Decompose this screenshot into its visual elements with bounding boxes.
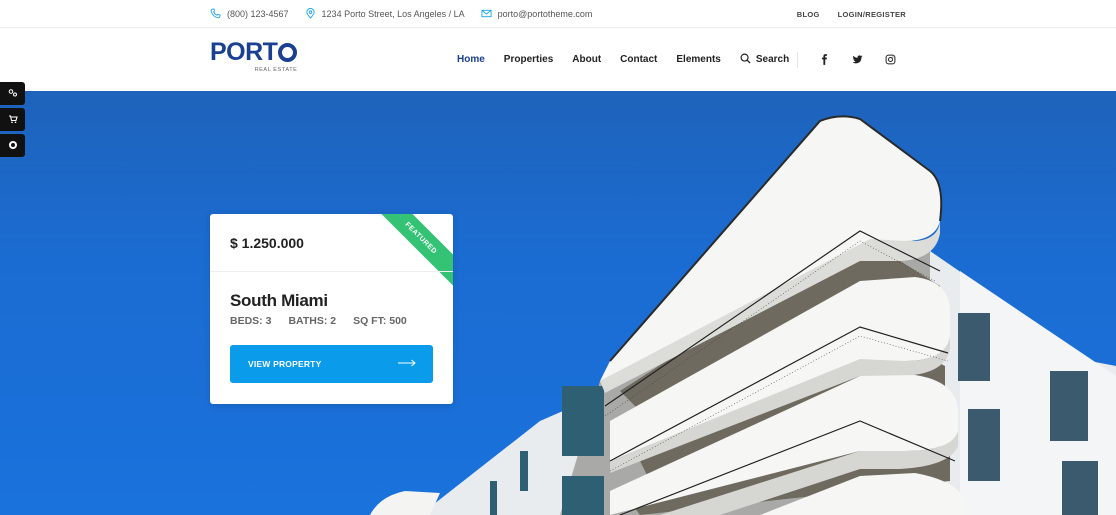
cart-icon (8, 111, 18, 129)
logo-o-ring (278, 43, 298, 62)
nav-item-elements[interactable]: Elements (676, 54, 720, 65)
facebook-icon[interactable] (818, 53, 831, 66)
view-property-button[interactable]: VIEW PROPERTY (230, 345, 433, 383)
side-toolbar (0, 82, 25, 157)
building-image (370, 115, 1116, 515)
hero-banner (0, 91, 1116, 515)
property-title[interactable]: South Miami (230, 291, 328, 311)
map-pin-icon (305, 7, 316, 21)
main-nav: Home Properties About Contact Elements S… (457, 28, 789, 91)
nav-item-contact[interactable]: Contact (620, 54, 657, 65)
email-text: porto@portotheme.com (497, 9, 593, 19)
top-links: BLOG LOGIN/REGISTER (797, 0, 906, 28)
property-specs: BEDS: 3 BATHS: 2 SQ FT: 500 (230, 315, 407, 327)
address-text: 1234 Porto Street, Los Angeles / LA (321, 9, 465, 19)
view-property-label: VIEW PROPERTY (248, 359, 322, 369)
spec-sqft: SQ FT: 500 (353, 315, 407, 327)
contact-info: (800) 123-4567 1234 Porto Street, Los An… (210, 0, 592, 28)
email-info[interactable]: porto@portotheme.com (481, 8, 593, 21)
nav-item-properties[interactable]: Properties (504, 54, 553, 65)
target-icon (8, 137, 18, 155)
spec-beds: BEDS: 3 (230, 315, 272, 327)
search-icon (740, 53, 751, 67)
nav-item-home[interactable]: Home (457, 54, 485, 65)
settings-button[interactable] (0, 82, 25, 105)
twitter-icon[interactable] (851, 53, 864, 66)
phone-number: (800) 123-4567 (227, 9, 289, 19)
address-info[interactable]: 1234 Porto Street, Los Angeles / LA (305, 7, 465, 21)
main-header: PORT REAL ESTATE Home Properties About C… (0, 28, 1116, 91)
target-button[interactable] (0, 134, 25, 157)
card-divider (210, 271, 453, 272)
blog-link[interactable]: BLOG (797, 10, 820, 19)
phone-info[interactable]: (800) 123-4567 (210, 7, 289, 21)
property-price: $ 1.250.000 (230, 235, 304, 251)
arrow-right-icon (397, 359, 417, 369)
search-label: Search (755, 54, 790, 65)
social-links (818, 28, 897, 91)
nav-item-about[interactable]: About (572, 54, 601, 65)
login-register-link[interactable]: LOGIN/REGISTER (838, 10, 906, 19)
settings-icon (8, 85, 18, 103)
instagram-icon[interactable] (884, 53, 897, 66)
property-card: $ 1.250.000 FEATURED South Miami BEDS: 3… (210, 214, 453, 404)
logo[interactable]: PORT REAL ESTATE (210, 40, 298, 73)
featured-ribbon: FEATURED (369, 214, 453, 290)
top-bar: (800) 123-4567 1234 Porto Street, Los An… (0, 0, 1116, 28)
nav-search[interactable]: Search (740, 53, 789, 67)
cart-button[interactable] (0, 108, 25, 131)
spec-baths: BATHS: 2 (288, 315, 337, 327)
envelope-icon (481, 8, 492, 21)
logo-tagline: REAL ESTATE (254, 67, 298, 73)
phone-icon (210, 7, 221, 21)
nav-divider (797, 52, 798, 68)
logo-wordmark: PORT (210, 40, 298, 65)
